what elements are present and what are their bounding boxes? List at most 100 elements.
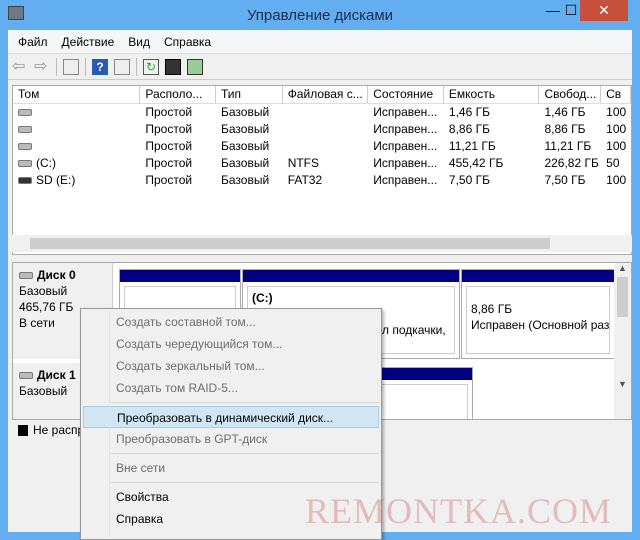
cell-text: 100 xyxy=(606,105,627,119)
cell-text: Базовый xyxy=(221,139,270,153)
table-row[interactable]: (C:) Простой Базовый NTFS Исправен... 455,42 … xyxy=(13,155,631,172)
context-menu-item[interactable]: Преобразовать в GPT-диск xyxy=(83,428,379,450)
table-row[interactable]: SD (E:) Простой Базовый FAT32 Исправен... 7,5… xyxy=(13,172,631,189)
context-menu-item[interactable]: Создать чередующийся том... xyxy=(83,333,379,355)
cell-text: Простой xyxy=(145,173,193,187)
table-cell: Исправен... xyxy=(368,121,444,138)
maximize-button[interactable]: ☐ xyxy=(560,0,582,21)
cell-text: NTFS xyxy=(287,156,320,170)
column-header[interactable]: Тип xyxy=(216,86,283,103)
disk-type: Базовый xyxy=(19,284,68,298)
cell-text: SD (E:) xyxy=(36,173,76,187)
forward-icon[interactable]: ⇨ xyxy=(34,58,50,75)
menu-bar: Файл Действие Вид Справка xyxy=(8,30,632,54)
cell-text: Простой xyxy=(145,122,193,136)
context-menu-item[interactable]: Создать зеркальный том... xyxy=(83,355,379,377)
menu-view[interactable]: Вид xyxy=(128,35,150,49)
table-cell: Базовый xyxy=(216,172,283,189)
cell-text: Базовый xyxy=(221,122,270,136)
menu-separator xyxy=(111,402,379,403)
volume-icon xyxy=(18,160,32,168)
column-header[interactable]: Том xyxy=(13,86,141,103)
table-cell: NTFS xyxy=(283,155,369,172)
sd-card-icon xyxy=(18,177,32,185)
volume-icon xyxy=(18,109,32,117)
horizontal-scrollbar[interactable] xyxy=(12,235,632,252)
menu-action[interactable]: Действие xyxy=(62,35,115,49)
table-cell: 1,46 ГБ xyxy=(444,104,540,121)
table-cell: 226,82 ГБ xyxy=(539,155,601,172)
volume-icon xyxy=(18,126,32,134)
settings-icon[interactable] xyxy=(187,58,203,75)
watermark: REMONTKA.COM xyxy=(305,491,613,531)
table-cell: 11,21 ГБ xyxy=(539,138,601,155)
table-cell: 8,86 ГБ xyxy=(444,121,540,138)
partition-3[interactable]: 8,86 ГБ Исправен (Основной раз xyxy=(461,269,615,359)
context-menu-item[interactable]: Вне сети xyxy=(83,457,379,479)
menu-help[interactable]: Справка xyxy=(164,35,211,49)
volume-list: Том Располо... Тип Файловая с... Состоян… xyxy=(12,85,632,255)
toolbar-divider xyxy=(85,57,86,76)
column-header[interactable]: Емкость xyxy=(444,86,540,103)
table-cell xyxy=(13,138,140,155)
disk-name: Диск 0 xyxy=(37,268,76,282)
table-row[interactable]: Простой Базовый Исправен... 1,46 ГБ 1,46 ГБ 1… xyxy=(13,104,631,121)
action-pane-icon[interactable] xyxy=(114,58,130,75)
table-cell: Базовый xyxy=(216,138,283,155)
table-cell xyxy=(13,121,140,138)
table-row[interactable]: Простой Базовый Исправен... 11,21 ГБ 11,21 Г… xyxy=(13,138,631,155)
cell-text: 8,86 ГБ xyxy=(544,122,586,136)
properties-icon[interactable] xyxy=(165,58,181,75)
vertical-scrollbar[interactable]: ▲ ▼ xyxy=(614,263,631,419)
cell-text: 100 xyxy=(606,122,627,136)
table-cell: Исправен... xyxy=(368,104,444,121)
cell-text: Исправен... xyxy=(373,122,438,136)
column-header[interactable]: Свобод... xyxy=(539,86,602,103)
cell-text: Простой xyxy=(145,139,193,153)
disk-icon xyxy=(19,272,33,280)
menu-file[interactable]: Файл xyxy=(18,35,48,49)
toolbar-divider xyxy=(136,57,137,76)
context-menu-item[interactable]: Создать составной том... xyxy=(83,311,379,333)
cell-text: Простой xyxy=(145,156,193,170)
partition-status: Исправен (Основной раз xyxy=(471,318,610,332)
cell-text: 226,82 ГБ xyxy=(544,156,599,170)
table-cell: 455,42 ГБ xyxy=(444,155,540,172)
toolbar: ⇦ ⇨ ? ↻ xyxy=(8,54,632,80)
table-cell: 50 xyxy=(601,155,631,172)
cell-text: 11,21 ГБ xyxy=(448,139,496,153)
cell-text: Базовый xyxy=(221,156,270,170)
scrollbar-thumb[interactable] xyxy=(30,238,550,249)
console-tree-icon[interactable] xyxy=(63,58,79,75)
back-icon[interactable]: ⇦ xyxy=(12,58,28,75)
context-menu-item[interactable]: Преобразовать в динамический диск... xyxy=(83,406,379,428)
table-row[interactable]: Простой Базовый Исправен... 8,86 ГБ 8,86 ГБ 1… xyxy=(13,121,631,138)
help-icon[interactable]: ? xyxy=(92,58,108,75)
cell-text: 11,21 ГБ xyxy=(544,139,592,153)
cell-text: Базовый xyxy=(221,105,270,119)
column-header[interactable]: Располо... xyxy=(140,86,216,103)
cell-text: 100 xyxy=(606,173,627,187)
table-cell: (C:) xyxy=(13,155,140,172)
column-header[interactable]: Файловая с... xyxy=(283,86,369,103)
table-cell: 11,21 ГБ xyxy=(444,138,540,155)
column-header[interactable]: Состояние xyxy=(368,86,444,103)
disk-management-icon xyxy=(8,6,24,20)
refresh-icon[interactable]: ↻ xyxy=(143,58,159,75)
table-cell: Простой xyxy=(140,172,216,189)
close-button[interactable]: ✕ xyxy=(580,0,628,21)
cell-text: Исправен... xyxy=(373,173,438,187)
table-cell: 100 xyxy=(601,172,631,189)
context-menu-item[interactable]: Создать том RAID-5... xyxy=(83,377,379,399)
table-cell xyxy=(283,121,369,138)
cell-text: Базовый xyxy=(221,173,270,187)
partition-size: 8,86 ГБ xyxy=(471,302,513,316)
table-cell xyxy=(283,104,369,121)
cell-text: Исправен... xyxy=(373,156,438,170)
cell-text: 7,50 ГБ xyxy=(544,173,586,187)
table-cell: Простой xyxy=(140,155,216,172)
list-header: Том Располо... Тип Файловая с... Состоян… xyxy=(13,86,631,104)
table-cell: Исправен... xyxy=(368,138,444,155)
cell-text: 50 xyxy=(606,156,620,170)
column-header[interactable]: Св xyxy=(601,86,631,103)
